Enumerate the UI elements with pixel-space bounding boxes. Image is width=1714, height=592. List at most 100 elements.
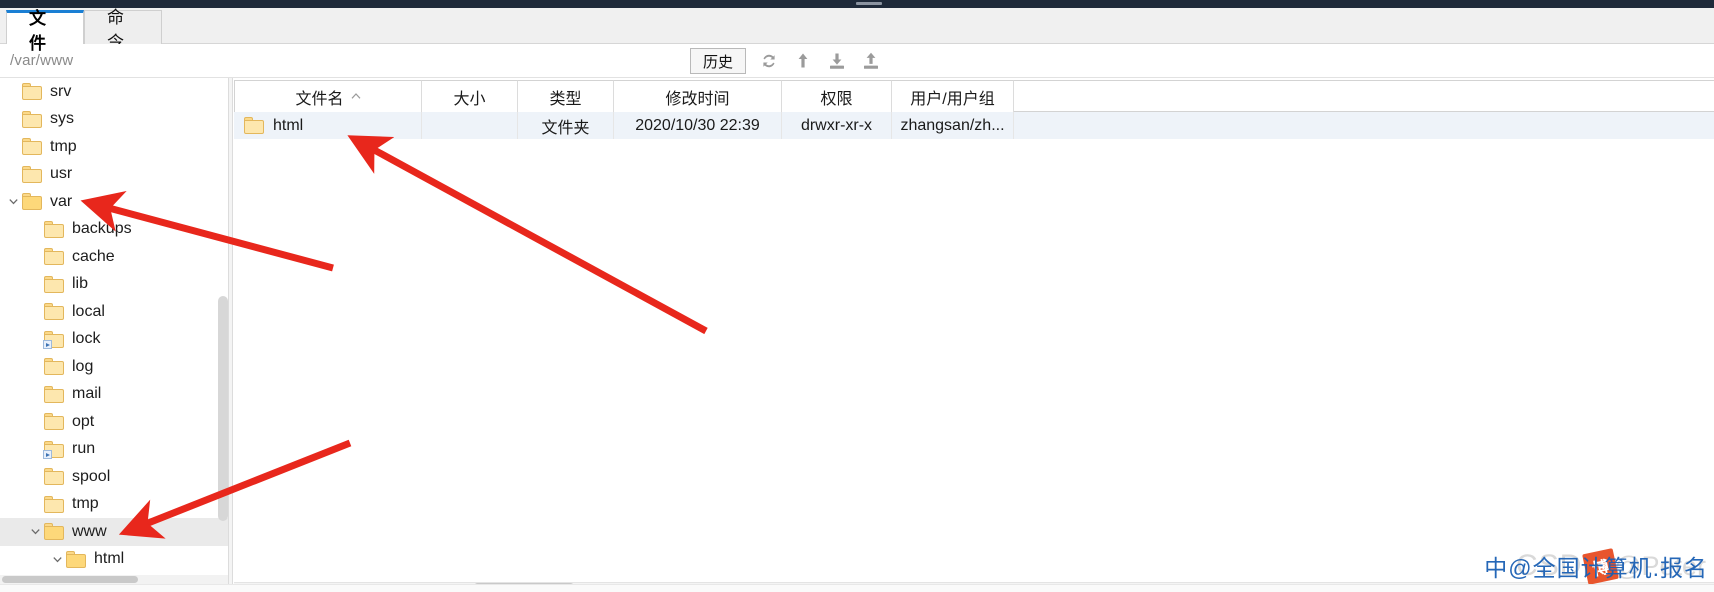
column-owner[interactable]: 用户/用户组: [892, 80, 1014, 112]
toolbar-icon-group: [758, 48, 882, 74]
tree-item-html[interactable]: html: [0, 546, 228, 574]
tree-item-label: usr: [50, 165, 73, 183]
file-cell-owner: zhangsan/zh...: [892, 112, 1014, 139]
folder-icon: [66, 550, 86, 568]
tree-item-tmp[interactable]: tmp: [0, 491, 228, 519]
column-type[interactable]: 类型: [518, 80, 614, 112]
column-filename-label: 文件名: [295, 90, 344, 108]
tree-item-label: tmp: [50, 137, 77, 155]
folder-icon: [43, 330, 64, 349]
history-button[interactable]: 历史: [690, 48, 746, 74]
file-cell-mtime: 2020/10/30 22:39: [614, 112, 782, 139]
column-perm-label: 权限: [820, 90, 853, 108]
column-perm[interactable]: 权限: [782, 80, 892, 112]
tree-item-label: html: [94, 550, 125, 568]
tree-item-sys[interactable]: sys: [0, 106, 228, 134]
directory-tree-panel[interactable]: srv sys tmp usr var backups cache lib local lock l…: [0, 78, 228, 584]
download-icon[interactable]: [826, 50, 848, 72]
tree-item-label: spool: [72, 467, 111, 485]
column-header-filler: [1014, 80, 1714, 111]
window-bottom-strip: [0, 584, 1714, 592]
refresh-icon[interactable]: [758, 50, 780, 72]
folder-icon: [44, 495, 64, 513]
tree-vertical-scrollbar[interactable]: [218, 296, 228, 521]
file-cell-owner-text: zhangsan/zh...: [900, 116, 1005, 134]
tree-item-label: srv: [50, 82, 72, 100]
folder-icon: [44, 468, 64, 486]
tree-item-log[interactable]: log: [0, 353, 228, 381]
tree-item-srv[interactable]: srv: [0, 78, 228, 106]
tree-item-label: tmp: [72, 495, 99, 513]
tab-file-label: 文件: [29, 8, 46, 53]
folder-icon: [43, 440, 64, 459]
tree-item-run[interactable]: run: [0, 436, 228, 464]
column-size[interactable]: 大小: [422, 80, 518, 112]
tree-horizontal-scrollbar-track[interactable]: [0, 575, 228, 584]
tree-item-label: run: [72, 440, 96, 458]
tree-item-www[interactable]: www: [0, 518, 228, 546]
chevron-down-icon[interactable]: [4, 193, 22, 211]
folder-icon: [44, 303, 64, 321]
folder-icon: [44, 248, 64, 266]
folder-icon: [22, 193, 42, 211]
tree-item-backups[interactable]: backups: [0, 216, 228, 244]
tree-item-usr[interactable]: usr: [0, 161, 228, 189]
tree-item-mail[interactable]: mail: [0, 381, 228, 409]
column-mtime[interactable]: 修改时间: [614, 80, 782, 112]
folder-icon: [244, 117, 264, 134]
tree-item-lib[interactable]: lib: [0, 271, 228, 299]
file-cell-type: 文件夹: [518, 112, 614, 139]
current-path[interactable]: /var/www: [10, 52, 73, 69]
chevron-down-icon[interactable]: [26, 523, 44, 541]
column-filename[interactable]: 文件名: [234, 80, 422, 112]
tree-item-var[interactable]: var: [0, 188, 228, 216]
tree-item-label: opt: [72, 412, 95, 430]
tree-item-cache[interactable]: cache: [0, 243, 228, 271]
tree-item-opt[interactable]: opt: [0, 408, 228, 436]
tree-horizontal-scrollbar-thumb[interactable]: [2, 576, 138, 583]
chevron-down-icon[interactable]: [48, 550, 66, 568]
folder-icon: [44, 220, 64, 238]
folder-icon: [22, 138, 42, 156]
column-size-label: 大小: [453, 90, 486, 108]
folder-icon: [22, 83, 42, 101]
column-owner-label: 用户/用户组: [910, 90, 995, 108]
tab-file[interactable]: 文件: [6, 9, 84, 53]
tab-bar: 文件 命令: [0, 8, 1714, 53]
tree-item-label: sys: [50, 110, 74, 128]
window-titlebar: [0, 0, 1714, 8]
tree-item-label: local: [72, 302, 105, 320]
path-toolbar: /var/www 历史: [0, 44, 1714, 78]
file-cell-mtime-text: 2020/10/30 22:39: [635, 116, 760, 134]
tree-item-label: cache: [72, 247, 115, 265]
tree-item-local[interactable]: local: [0, 298, 228, 326]
tree-item-tmp[interactable]: tmp: [0, 133, 228, 161]
up-arrow-icon[interactable]: [792, 50, 814, 72]
tab-command[interactable]: 命令: [84, 8, 162, 52]
tree-item-label: backups: [72, 220, 132, 238]
folder-icon: [22, 165, 42, 183]
directory-tree-list: srv sys tmp usr var backups cache lib local lock l…: [0, 78, 228, 573]
folder-icon: [22, 110, 42, 128]
upload-icon[interactable]: [860, 50, 882, 72]
panel-splitter[interactable]: [228, 78, 233, 592]
folder-icon: [44, 413, 64, 431]
tree-item-spool[interactable]: spool: [0, 463, 228, 491]
file-list-body[interactable]: html 文件夹 2020/10/30 22:39 drwxr-xr-x zhangsa…: [234, 112, 1714, 139]
file-cell-name: html: [234, 112, 422, 139]
window-drag-grip[interactable]: [856, 2, 882, 5]
file-row[interactable]: html 文件夹 2020/10/30 22:39 drwxr-xr-x zhangsa…: [234, 112, 1714, 139]
file-cell-size: [422, 112, 518, 139]
file-list-vertical-scrollbar[interactable]: [1704, 78, 1714, 580]
tree-item-label: log: [72, 357, 94, 375]
history-button-label: 历史: [702, 53, 733, 71]
watermark-overlay-text: 中@全国计算机.报名: [1484, 555, 1708, 581]
tree-item-lock[interactable]: lock: [0, 326, 228, 354]
tree-item-label: var: [50, 192, 73, 210]
file-cell-name-text: html: [273, 116, 304, 134]
tree-item-label: lib: [72, 275, 89, 293]
sort-ascending-icon: [351, 91, 361, 103]
folder-icon: [44, 358, 64, 376]
column-mtime-label: 修改时间: [665, 90, 730, 108]
file-list-panel: 文件名 大小 类型 修改时间 权限 用户/用户组 html 文件夹 2020/10/30 22…: [234, 78, 1714, 592]
